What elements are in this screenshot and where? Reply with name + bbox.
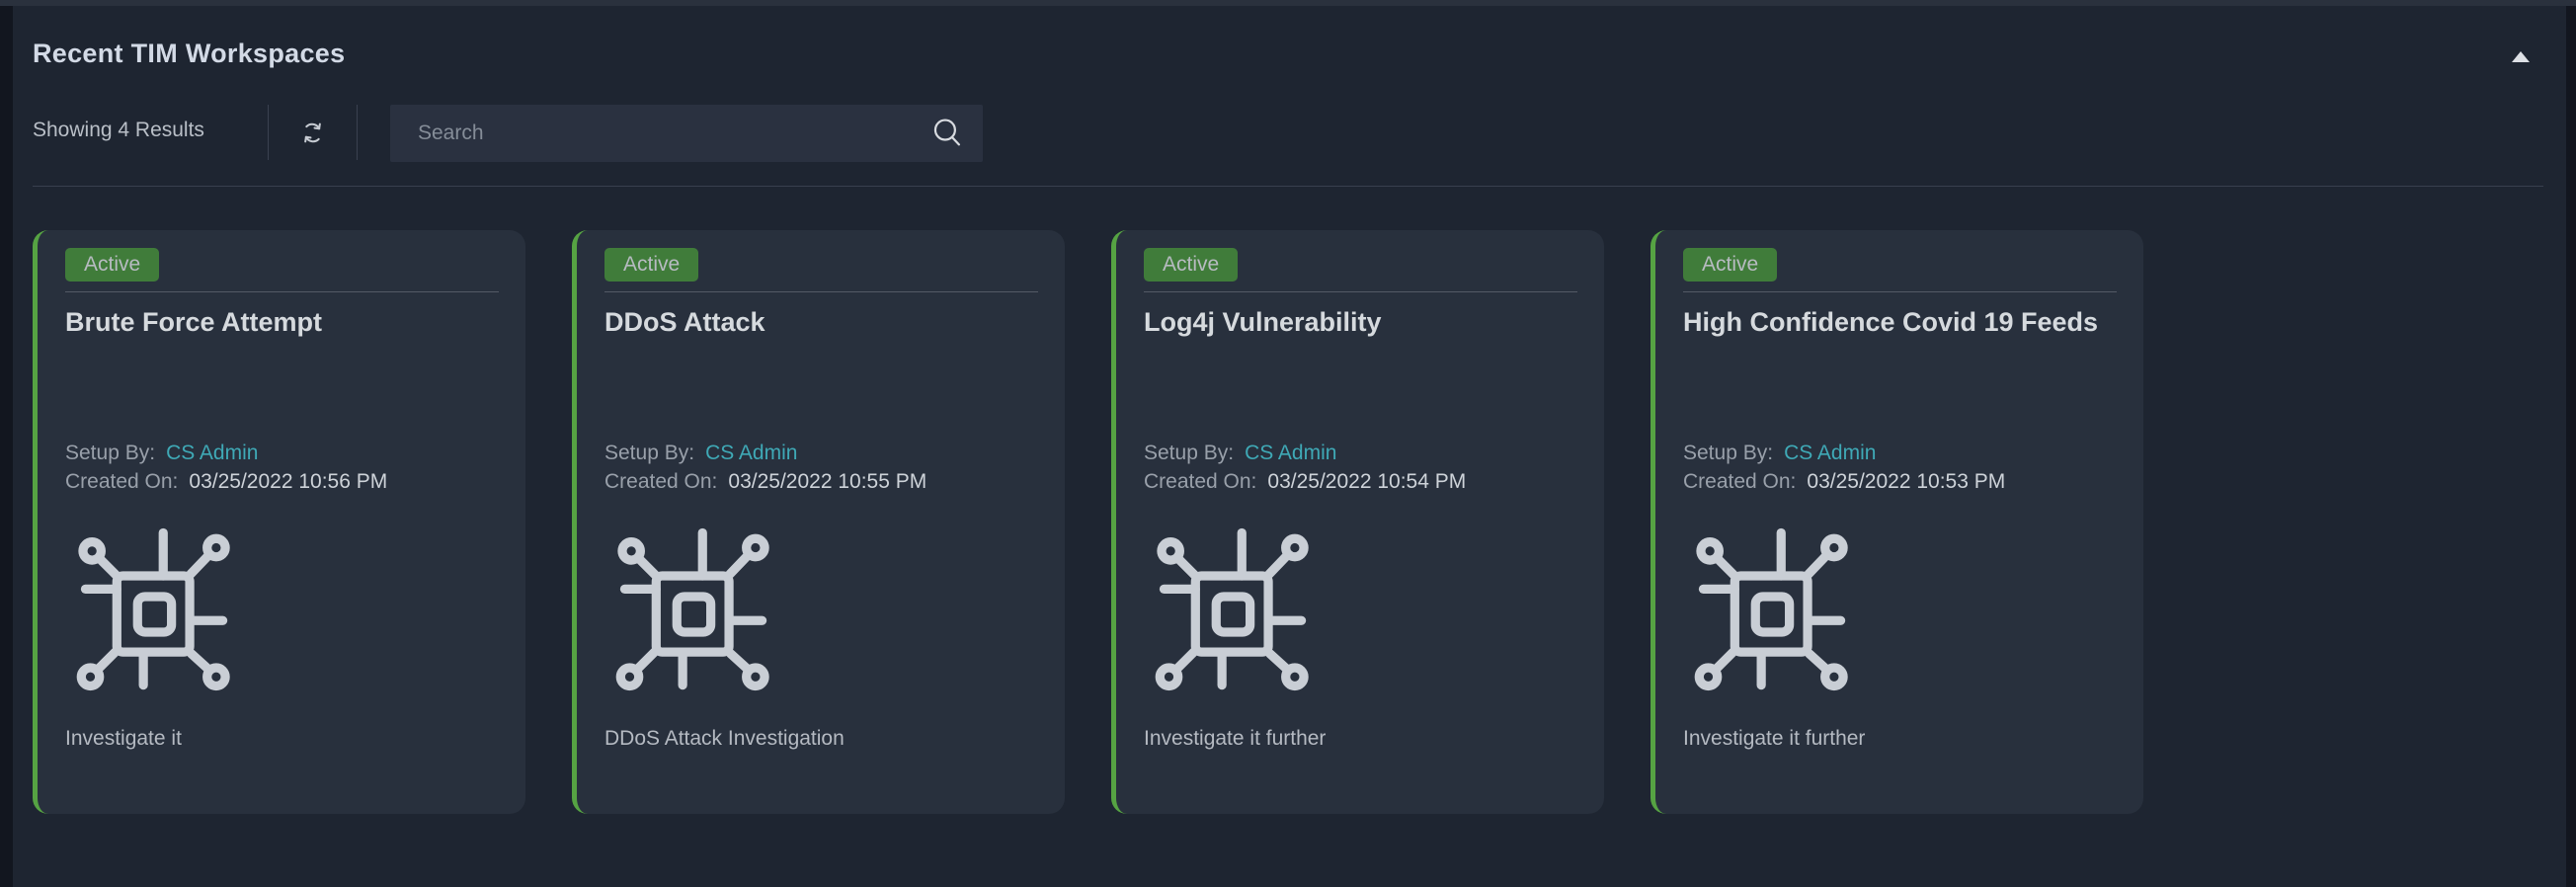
refresh-icon [299,120,326,146]
setup-by-link[interactable]: CS Admin [705,442,797,464]
workspace-title: Brute Force Attempt [65,305,502,339]
setup-by-link[interactable]: CS Admin [1784,442,1876,464]
setup-by-row: Setup By: CS Admin [65,439,387,467]
workspace-description: Investigate it further [1683,727,2124,751]
ai-chip-icon [1680,512,1854,696]
created-on-row: Created On: 03/25/2022 10:56 PM [65,467,387,496]
status-badge: Active [1144,248,1238,282]
workspace-description: Investigate it [65,727,506,751]
ai-chip-icon [602,512,775,696]
status-badge: Active [65,248,159,282]
setup-by-label: Setup By: [1683,442,1773,464]
workspace-meta: Setup By: CS Admin Created On: 03/25/2022 … [1683,439,2005,496]
collapse-panel-button[interactable] [2507,45,2535,67]
workspace-title: High Confidence Covid 19 Feeds [1683,305,2120,339]
workspace-card[interactable]: Active DDoS Attack Setup By: CS Admin Cre… [572,230,1065,814]
workspace-title: DDoS Attack [604,305,1041,339]
setup-by-row: Setup By: CS Admin [1144,439,1466,467]
created-on-value: 03/25/2022 10:53 PM [1807,470,2005,493]
workspace-card[interactable]: Active Brute Force Attempt Setup By: CS A… [33,230,525,814]
workspace-card[interactable]: Active High Confidence Covid 19 Feeds Se… [1650,230,2143,814]
recent-tim-workspaces-panel: Recent TIM Workspaces Showing 4 Results … [13,6,2566,887]
workspace-meta: Setup By: CS Admin Created On: 03/25/2022 … [65,439,387,496]
card-divider [65,291,499,292]
status-badge: Active [1683,248,1777,282]
card-divider [1144,291,1577,292]
setup-by-row: Setup By: CS Admin [1683,439,2005,467]
setup-by-label: Setup By: [65,442,155,464]
workspace-description: Investigate it further [1144,727,1584,751]
created-on-value: 03/25/2022 10:55 PM [728,470,926,493]
page-title: Recent TIM Workspaces [33,39,345,69]
created-on-label: Created On: [604,470,717,493]
ai-chip-icon [1141,512,1315,696]
toolbar-divider [268,105,269,160]
card-divider [604,291,1038,292]
workspace-cards-row: Active Brute Force Attempt Setup By: CS A… [33,230,2143,814]
toolbar-divider [357,105,358,160]
created-on-row: Created On: 03/25/2022 10:53 PM [1683,467,2005,496]
setup-by-row: Setup By: CS Admin [604,439,926,467]
refresh-button[interactable] [291,112,333,153]
created-on-row: Created On: 03/25/2022 10:54 PM [1144,467,1466,496]
created-on-label: Created On: [1144,470,1256,493]
workspace-description: DDoS Attack Investigation [604,727,1045,751]
workspace-title: Log4j Vulnerability [1144,305,1580,339]
setup-by-label: Setup By: [1144,442,1234,464]
status-badge: Active [604,248,698,282]
created-on-label: Created On: [1683,470,1796,493]
created-on-value: 03/25/2022 10:54 PM [1267,470,1466,493]
setup-by-link[interactable]: CS Admin [166,442,258,464]
search-input[interactable] [390,105,983,162]
created-on-value: 03/25/2022 10:56 PM [189,470,387,493]
setup-by-label: Setup By: [604,442,694,464]
created-on-row: Created On: 03/25/2022 10:55 PM [604,467,926,496]
card-divider [1683,291,2117,292]
workspace-card[interactable]: Active Log4j Vulnerability Setup By: CS A… [1111,230,1604,814]
header-divider [33,186,2543,187]
ai-chip-icon [62,512,236,696]
search-box [390,105,983,162]
created-on-label: Created On: [65,470,178,493]
chevron-up-icon [2512,51,2530,62]
workspace-meta: Setup By: CS Admin Created On: 03/25/2022 … [604,439,926,496]
setup-by-link[interactable]: CS Admin [1245,442,1336,464]
workspace-meta: Setup By: CS Admin Created On: 03/25/2022 … [1144,439,1466,496]
results-count-label: Showing 4 Results [33,119,204,142]
